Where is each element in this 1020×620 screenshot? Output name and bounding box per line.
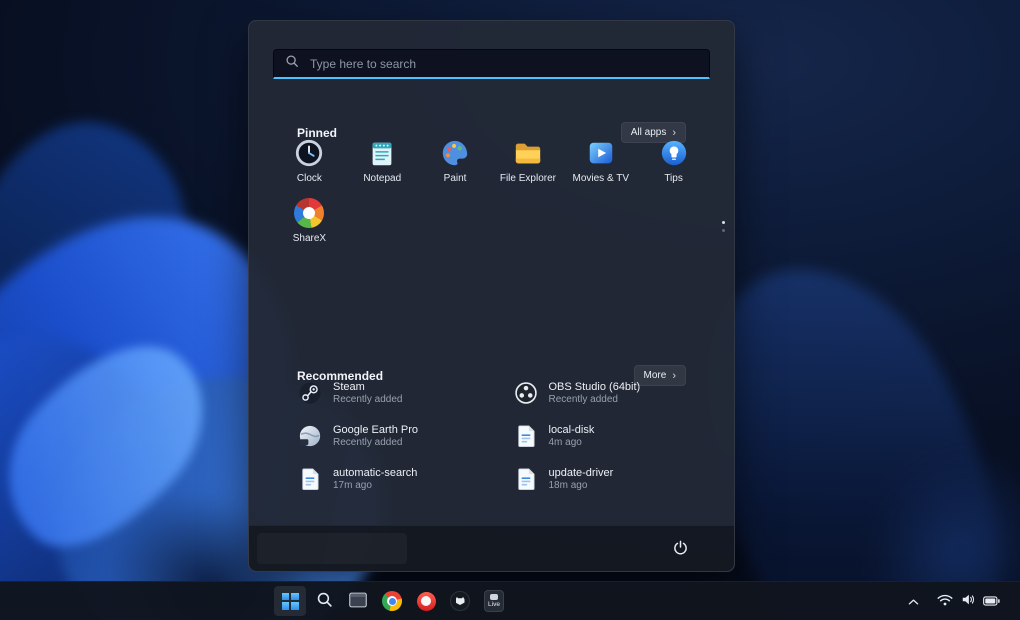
obs-icon — [513, 380, 539, 406]
pinned-app-paint[interactable]: Paint — [419, 138, 492, 190]
live-label: Live — [488, 601, 500, 608]
live-app-button[interactable]: Live — [478, 586, 510, 616]
page-indicator[interactable] — [722, 221, 725, 232]
app-label: Paint — [444, 173, 467, 184]
live-app-icon: Live — [484, 590, 504, 612]
recommended-item-steam[interactable]: Steam Recently added — [297, 379, 493, 407]
clock-icon — [294, 138, 324, 168]
chevron-up-icon — [908, 594, 919, 609]
recommended-detail: 18m ago — [549, 480, 614, 492]
movies-tv-icon — [586, 138, 616, 168]
recommended-item-obs-studio[interactable]: OBS Studio (64bit) Recently added — [513, 379, 709, 407]
pinned-grid: Clock Notepad Paint File Explorer — [273, 138, 710, 250]
recommended-name: local-disk — [549, 424, 595, 437]
recommended-name: OBS Studio (64bit) — [549, 381, 641, 394]
app-label: Clock — [297, 173, 322, 184]
file-icon — [297, 466, 323, 492]
pinned-app-sharex[interactable]: ShareX — [273, 198, 346, 250]
start-menu: Pinned All apps › Clock Notepad — [248, 20, 735, 572]
recommended-item-google-earth[interactable]: Google Earth Pro Recently added — [297, 422, 493, 450]
search-icon — [285, 54, 299, 73]
github-icon — [450, 591, 470, 611]
power-button[interactable] — [666, 535, 694, 563]
recommended-detail: Recently added — [333, 394, 403, 406]
recommended-detail: Recently added — [549, 394, 641, 406]
taskbar: Live — [0, 581, 1020, 620]
app-window-button[interactable] — [342, 586, 374, 616]
search-box[interactable] — [273, 49, 710, 79]
page-dot-active — [722, 221, 725, 224]
wifi-icon — [937, 594, 953, 609]
recommended-detail: 4m ago — [549, 437, 595, 449]
start-menu-footer — [249, 525, 734, 571]
red-browser-button[interactable] — [410, 586, 442, 616]
app-label: Movies & TV — [572, 173, 629, 184]
all-apps-label: All apps — [631, 127, 667, 138]
recommended-name: Steam — [333, 381, 403, 394]
app-label: File Explorer — [500, 173, 556, 184]
notepad-icon — [367, 138, 397, 168]
file-explorer-icon — [513, 138, 543, 168]
recommended-name: update-driver — [549, 467, 614, 480]
user-profile-button[interactable] — [257, 533, 407, 564]
search-icon — [316, 591, 333, 611]
pinned-app-tips[interactable]: Tips — [637, 138, 710, 190]
steam-icon — [297, 380, 323, 406]
app-window-icon — [347, 589, 369, 614]
google-earth-icon — [297, 423, 323, 449]
recommended-item-automatic-search[interactable]: automatic-search 17m ago — [297, 465, 493, 493]
file-icon — [513, 466, 539, 492]
desktop: Pinned All apps › Clock Notepad — [0, 0, 1020, 620]
paint-icon — [440, 138, 470, 168]
search-input[interactable] — [308, 56, 698, 72]
recommended-item-local-disk[interactable]: local-disk 4m ago — [513, 422, 709, 450]
power-icon — [673, 540, 688, 558]
recommended-item-update-driver[interactable]: update-driver 18m ago — [513, 465, 709, 493]
network-volume-battery-button[interactable] — [931, 587, 1006, 615]
recommended-detail: 17m ago — [333, 480, 417, 492]
taskbar-search-button[interactable] — [308, 586, 340, 616]
battery-icon — [983, 594, 1000, 609]
app-label: Notepad — [363, 173, 401, 184]
taskbar-center-icons: Live — [274, 586, 510, 616]
pinned-app-clock[interactable]: Clock — [273, 138, 346, 190]
file-icon — [513, 423, 539, 449]
recommended-name: automatic-search — [333, 467, 417, 480]
chevron-right-icon: › — [672, 129, 676, 137]
github-button[interactable] — [444, 586, 476, 616]
sharex-icon — [294, 198, 324, 228]
volume-icon — [961, 593, 975, 609]
pinned-app-notepad[interactable]: Notepad — [346, 138, 419, 190]
system-tray — [902, 586, 1006, 616]
start-button[interactable] — [274, 586, 306, 616]
recommended-detail: Recently added — [333, 437, 418, 449]
tray-chevron-button[interactable] — [902, 587, 925, 615]
red-browser-icon — [417, 592, 436, 611]
pinned-app-file-explorer[interactable]: File Explorer — [492, 138, 565, 190]
recommended-name: Google Earth Pro — [333, 424, 418, 437]
windows-start-icon — [282, 593, 299, 610]
pinned-app-movies-tv[interactable]: Movies & TV — [564, 138, 637, 190]
chrome-icon — [382, 591, 402, 611]
chrome-button[interactable] — [376, 586, 408, 616]
page-dot — [722, 229, 725, 232]
recommended-grid: Steam Recently added OBS Studio (64bit) … — [297, 379, 708, 493]
app-label: Tips — [664, 173, 683, 184]
tips-icon — [659, 138, 689, 168]
app-label: ShareX — [293, 233, 326, 244]
